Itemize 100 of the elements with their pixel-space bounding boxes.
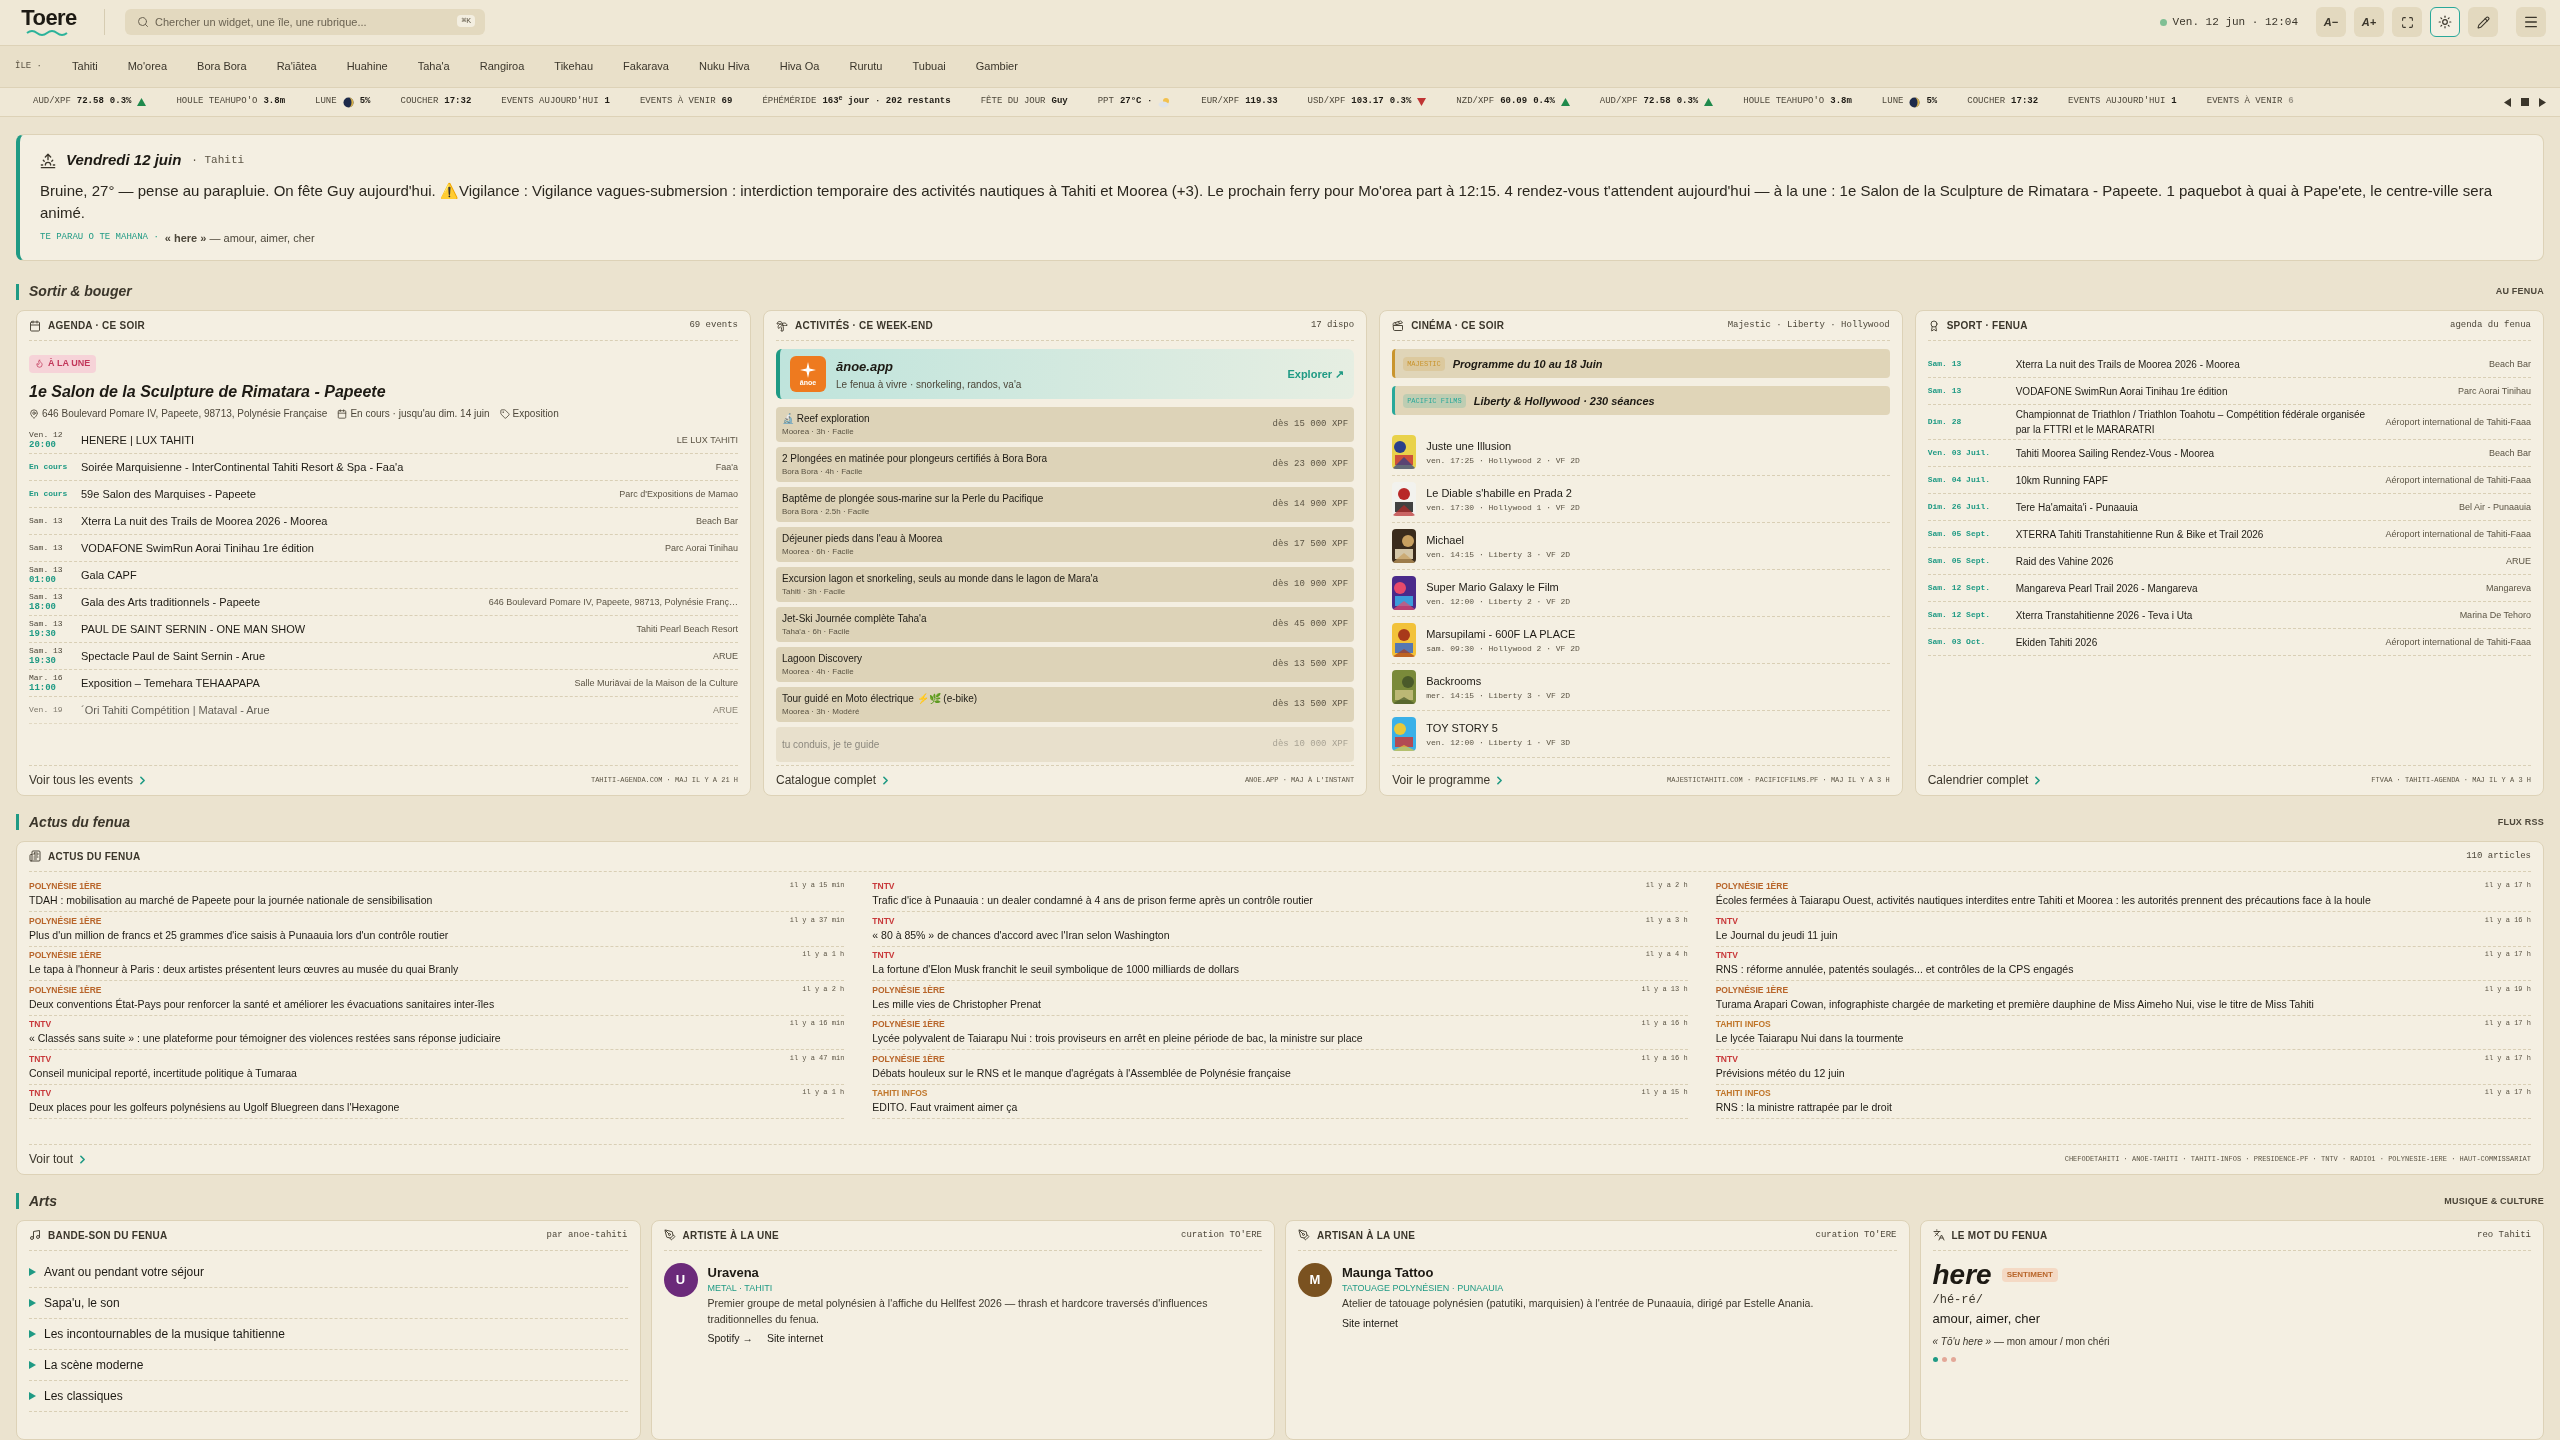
- event-row[interactable]: En cours 59e Salon des Marquises - Papeete Parc d'Expositions de Mamao: [29, 481, 738, 509]
- movie-showtime: sam. 09:30 · Hollywood 2 · VF 2D: [1426, 642, 1580, 655]
- event-row[interactable]: Sam. 13 01:00 Gala CAPF: [29, 562, 738, 590]
- movie-row[interactable]: Le Diable s'habille en Prada 2 ven. 17:30 · Hollywood 1 · VF 2D: [1392, 476, 1890, 524]
- island-tab[interactable]: Bora Bora: [197, 58, 247, 75]
- sport-date: Sam. 05 Sept.: [1927, 528, 1992, 541]
- more-link[interactable]: Voir tous les events: [29, 771, 150, 790]
- event-place: LE LUX TAHITI: [676, 433, 738, 447]
- sport-row[interactable]: Sam. 05 Sept. XTERRA Tahiti Transtahitienne Run & Bike et Trail 2026 Aéroport international de Tahiti-Faaa: [1927, 521, 2531, 549]
- sport-row[interactable]: Sam. 12 Sept. Xterra Transtahitienne 2026 - Teva i Uta Marina De Tehoro: [1927, 602, 2531, 630]
- more-link[interactable]: Voir le programme: [1392, 771, 1507, 790]
- featured-title[interactable]: 1e Salon de la Sculpture de Rimatara - Papeete: [29, 380, 738, 405]
- feature-link[interactable]: Site internet: [767, 1331, 824, 1348]
- feature-link[interactable]: Site internet: [1342, 1315, 1399, 1332]
- next-icon[interactable]: [2539, 97, 2546, 107]
- activity-meta: Tahiti · 3h · Facile: [782, 586, 847, 599]
- island-tab[interactable]: Taha'a: [417, 58, 450, 75]
- activity-item[interactable]: Baptême de plongée sous-marine sur la Perle du Pacifique Bora Bora · 2.5h · Facile dès 14 900 XPF: [776, 487, 1355, 523]
- feature-description: Atelier de tatouage polynésien (patutiki, marquisien) à l'entrée de Punaauia, dirigé par Estelle Anania.: [1342, 1296, 1814, 1311]
- event-row[interactable]: Ven. 12 20:00 HENERE | LUX TAHITI LE LUX TAHITI: [29, 427, 738, 455]
- island-tab[interactable]: Ra'iātea: [276, 58, 317, 75]
- movie-row[interactable]: Michael ven. 14:15 · Liberty 3 · VF 2D: [1392, 523, 1890, 571]
- activity-item[interactable]: Excursion lagon et snorkeling, seuls au monde dans le lagon de Mara'a Tahiti · 3h · Facile dès 10 900 XPF: [776, 567, 1355, 603]
- activity-item[interactable]: 🔬 Reef exploration Moorea · 3h · Facile dès 15 000 XPF: [776, 407, 1355, 443]
- movie-row[interactable]: Marsupilami - 600F LA PLACE sam. 09:30 · Hollywood 2 · VF 2D: [1392, 617, 1890, 665]
- playlist-item[interactable]: Avant ou pendant votre séjour: [29, 1257, 628, 1288]
- island-tab[interactable]: Hiva Oa: [779, 58, 820, 75]
- island-tab[interactable]: Gambier: [975, 58, 1018, 75]
- edit-button[interactable]: [2468, 7, 2498, 38]
- event-row[interactable]: Sam. 13 VODAFONE SwimRun Aorai Tinihau 1re édition Parc Aorai Tinihau: [29, 535, 738, 563]
- fullscreen-icon: [2400, 15, 2414, 29]
- calendar-icon: [337, 408, 348, 419]
- section-link[interactable]: MUSIQUE & CULTURE: [2444, 1194, 2544, 1209]
- logo[interactable]: Toere: [21, 7, 77, 30]
- playlist-item[interactable]: Les classiques: [29, 1381, 628, 1412]
- sport-place: ARUE: [2506, 554, 2531, 568]
- event-row[interactable]: Sam. 13 19:30 PAUL DE SAINT SERNIN - ONE MAN SHOW Tahiti Pearl Beach Resort: [29, 616, 738, 644]
- activity-item[interactable]: Lagoon Discovery Moorea · 4h · Facile dès 13 500 XPF: [776, 647, 1355, 683]
- news-title: Conseil municipal reporté, incertitude politique à Tumaraa: [29, 1065, 298, 1081]
- activity-item[interactable]: Déjeuner pieds dans l'eau à Moorea Moorea · 6h · Facile dès 17 500 XPF: [776, 527, 1355, 563]
- island-tab[interactable]: Rurutu: [849, 58, 883, 75]
- playlist-item[interactable]: Sapa'u, le son: [29, 1288, 628, 1319]
- playlist-item[interactable]: Les incontournables de la musique tahitienne: [29, 1319, 628, 1350]
- sport-row[interactable]: Sam. 13 Xterra La nuit des Trails de Moorea 2026 - Moorea Beach Bar: [1927, 351, 2531, 379]
- ticker-value: 72.58: [76, 95, 104, 109]
- event-row[interactable]: Sam. 13 18:00 Gala des Arts traditionnels - Papeete 646 Boulevard Pomare IV, Papeete, 98713, Polynésie Franç…: [29, 589, 738, 617]
- event-row[interactable]: Sam. 13 Xterra La nuit des Trails de Moorea 2026 - Moorea Beach Bar: [29, 508, 738, 536]
- font-size-button[interactable]: A−: [2316, 7, 2346, 38]
- event-row[interactable]: Ven. 19 ´Ori Tahiti Compétition | Mataval - Arue ARUE: [29, 697, 738, 725]
- playlist-item[interactable]: La scène moderne: [29, 1350, 628, 1381]
- news-source: TAHITI INFOS: [1715, 1018, 1771, 1032]
- section-link[interactable]: FLUX RSS: [2497, 815, 2544, 830]
- activity-item[interactable]: Tour guidé en Moto électrique ⚡🌿 (e-bike) Moorea · 3h · Modéré dès 13 500 XPF: [776, 687, 1355, 723]
- menu-button[interactable]: [2516, 7, 2546, 38]
- sport-row[interactable]: Dim. 26 Juil. Tere Ha'amaita'i - Punaauia Bel Air - Punaauia: [1927, 494, 2531, 522]
- news-title: Les mille vies de Christopher Prenat: [872, 996, 1042, 1012]
- font-size-button[interactable]: A+: [2354, 7, 2384, 38]
- more-link[interactable]: Voir tout: [29, 1150, 90, 1169]
- event-row[interactable]: En cours Soirée Marquisienne - InterContinental Tahiti Resort & Spa - Faa'a Faa'a: [29, 454, 738, 482]
- sport-row[interactable]: Ven. 03 Juil. Tahiti Moorea Sailing Rendez-Vous - Moorea Beach Bar: [1927, 440, 2531, 468]
- event-title: 59e Salon des Marquises - Papeete: [81, 487, 257, 503]
- event-row[interactable]: Sam. 13 19:30 Spectacle Paul de Saint Sernin - Arue ARUE: [29, 643, 738, 671]
- activity-item[interactable]: 2 Plongées en matinée pour plongeurs certifiés à Bora Bora Bora Bora · 4h · Facile dès 23 000 XPF: [776, 447, 1355, 483]
- feature-link[interactable]: Spotify →: [707, 1331, 754, 1348]
- more-link[interactable]: Calendrier complet: [1927, 771, 2045, 790]
- movie-row[interactable]: Super Mario Galaxy le Film ven. 12:00 · Liberty 2 · VF 2D: [1392, 570, 1890, 618]
- island-tab[interactable]: Huahine: [346, 58, 388, 75]
- section-link[interactable]: AU FENUA: [2495, 285, 2544, 299]
- pause-icon[interactable]: [2521, 98, 2529, 107]
- island-tab[interactable]: Nuku Hiva: [698, 58, 750, 75]
- island-tab[interactable]: Mo'orea: [127, 58, 168, 75]
- activity-item[interactable]: Jet-Ski Journée complète Taha'a Taha'a · 6h · Facile dès 45 000 XPF: [776, 607, 1355, 643]
- sport-title: Xterra La nuit des Trails de Moorea 2026 - Moorea: [2015, 357, 2241, 372]
- sport-row[interactable]: Sam. 13 VODAFONE SwimRun Aorai Tinihau 1re édition Parc Aorai Tinihau: [1927, 378, 2531, 406]
- movie-row[interactable]: Juste une Illusion ven. 17:25 · Hollywood 2 · VF 2D: [1392, 429, 1890, 477]
- event-date: Sam. 13: [29, 646, 64, 657]
- ticker-value: 27°C ·: [1119, 95, 1153, 109]
- island-tab[interactable]: Tahiti: [72, 58, 98, 75]
- previous-icon[interactable]: [2504, 97, 2511, 107]
- movie-title: Marsupilami - 600F LA PLACE: [1426, 627, 1577, 643]
- more-link[interactable]: Catalogue complet: [776, 771, 893, 790]
- card-title: CINÉMA · CE SOIR: [1411, 318, 1505, 334]
- island-tab[interactable]: Fakarava: [623, 58, 669, 75]
- card-meta: 110 articles: [2466, 849, 2531, 863]
- activity-meta: Moorea · 3h · Modéré: [782, 706, 861, 719]
- sport-row[interactable]: Sam. 12 Sept. Mangareva Pearl Trail 2026 - Mangareva Mangareva: [1927, 575, 2531, 603]
- fullscreen-button[interactable]: [2392, 7, 2422, 38]
- island-tab[interactable]: Tubuai: [912, 58, 946, 75]
- sport-row[interactable]: Sam. 03 Oct. Ekiden Tahiti 2026 Aéroport international de Tahiti-Faaa: [1927, 629, 2531, 657]
- sport-row[interactable]: Sam. 05 Sept. Raid des Vahine 2026 ARUE: [1927, 548, 2531, 576]
- island-tab[interactable]: Rangiroa: [479, 58, 525, 75]
- sport-place: Aéroport international de Tahiti-Faaa: [2385, 635, 2531, 649]
- sport-row[interactable]: Dim. 28 Championnat de Triathlon / Triathlon Toahotu – Compétition fédérale organisée par la FTTRI et le MARARATRI Aéroport international de Tahiti-Faaa: [1927, 405, 2531, 441]
- island-tab[interactable]: Tikehau: [554, 58, 594, 75]
- activity-meta: Moorea · 4h · Facile: [782, 666, 855, 679]
- movie-row[interactable]: Backrooms mer. 14:15 · Liberty 3 · VF 2D: [1392, 664, 1890, 712]
- sport-row[interactable]: Sam. 04 Juil. 10km Running FAPF Aéroport international de Tahiti-Faaa: [1927, 467, 2531, 495]
- theme-button[interactable]: [2430, 7, 2460, 38]
- movie-row[interactable]: TOY STORY 5 ven. 12:00 · Liberty 1 · VF 3D: [1392, 711, 1890, 759]
- event-row[interactable]: Mar. 16 11:00 Exposition – Temehara TEHAAPAPA Salle Muriāvai de la Maison de la Culture: [29, 670, 738, 698]
